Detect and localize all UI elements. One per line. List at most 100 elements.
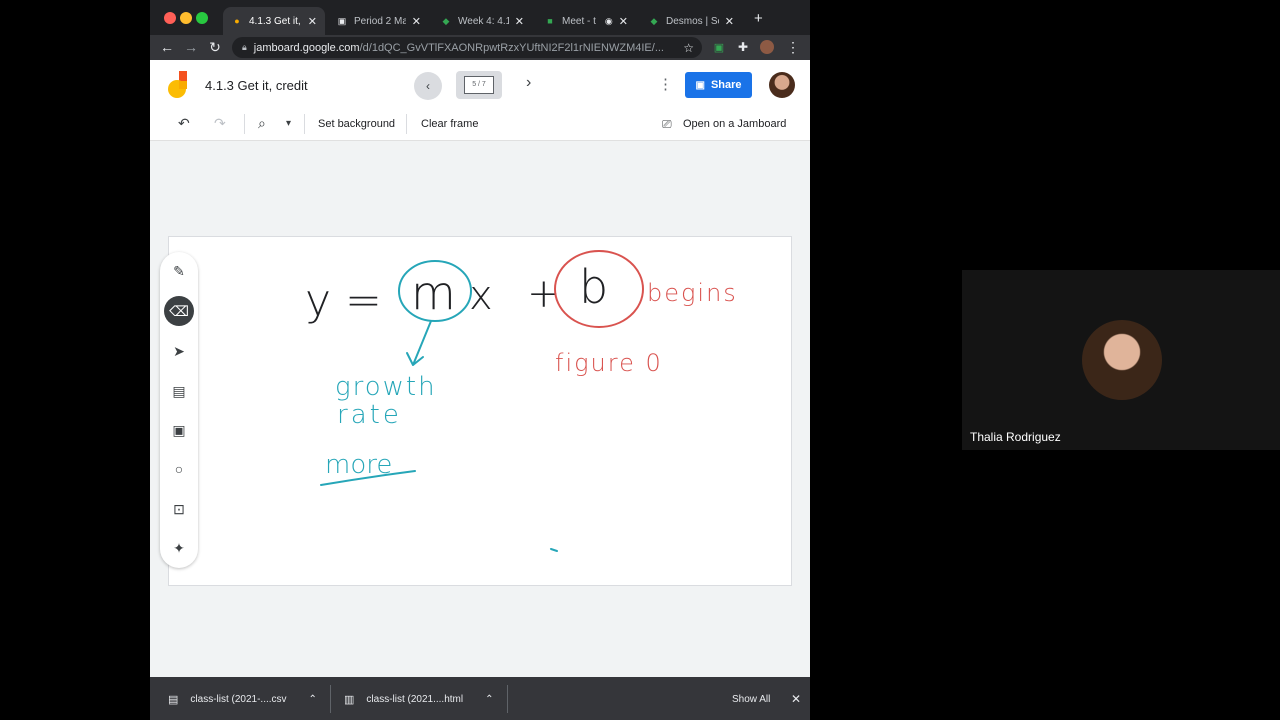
url-host: jamboard.google.com xyxy=(253,41,360,54)
tab-title: Desmos | Sc xyxy=(666,15,719,27)
reload-icon[interactable]: ↻ xyxy=(206,38,224,56)
address-bar[interactable]: 🔒︎ jamboard.google.com/d/1dQC_GvVTlFXAON… xyxy=(232,37,702,58)
close-tab-icon[interactable]: ✕ xyxy=(515,15,524,28)
text-box-icon[interactable]: ⊡ xyxy=(164,494,194,524)
m-note-line2: rate xyxy=(337,400,402,430)
show-all-button[interactable]: Show All xyxy=(732,689,770,709)
new-tab-icon[interactable]: + xyxy=(754,10,763,27)
laser-pointer-icon[interactable]: ✦ xyxy=(164,533,194,563)
pen-tool-icon[interactable]: ✎ xyxy=(164,256,194,286)
account-avatar[interactable] xyxy=(769,72,795,98)
participant-avatar xyxy=(1082,320,1162,400)
close-tab-icon[interactable]: ✕ xyxy=(308,15,317,28)
stray-mark xyxy=(550,548,558,552)
eraser-tool-icon[interactable]: ⌫ xyxy=(164,296,194,326)
tab-strip: ● 4.1.3 Get it, c ✕ ▣ Period 2 Mat ✕ ◆ W… xyxy=(150,0,810,35)
add-image-icon[interactable]: ▣ xyxy=(164,415,194,445)
frame-indicator: 5 / 7 xyxy=(464,76,494,94)
url-path: /d/1dQC_GvVTlFXAONRpwtRzxYUftNI2F2l1rNIE… xyxy=(359,41,664,54)
equation-b: b xyxy=(579,260,608,314)
b-note-2: figure 0 xyxy=(555,349,663,377)
sticky-note-icon[interactable]: ▤ xyxy=(164,376,194,406)
forward-arrow-icon[interactable]: → xyxy=(182,38,200,56)
recording-icon: ◉ xyxy=(604,15,613,26)
whiteboard-canvas[interactable]: y = m x + b growth rate begins figure 0 … xyxy=(168,236,792,586)
google-tab-icon: ◆ xyxy=(442,15,450,26)
tab-title: Week 4: 4.1. xyxy=(458,15,509,27)
open-on-jamboard-icon[interactable]: ⎚ xyxy=(662,117,672,132)
tab-title: Meet - t xyxy=(562,15,596,27)
tab-desmos[interactable]: ◆ Desmos | Sc ✕ xyxy=(640,7,742,35)
desmos-icon: ◆ xyxy=(650,15,658,26)
download-divider xyxy=(330,685,331,713)
jamboard-header: 4.1.3 Get it, credit ‹ 5 / 7 › ⋮ ▣ Share xyxy=(150,60,810,108)
jamboard-icon: ● xyxy=(234,16,240,26)
m-note-line1: growth xyxy=(335,372,437,402)
download-item[interactable]: ▥ class-list (2021....html ⌃ xyxy=(344,689,494,709)
handwriting-layer: y = m x + b growth rate begins figure 0 … xyxy=(305,250,738,552)
navigation-bar: ← → ↻ 🔒︎ jamboard.google.com/d/1dQC_GvVT… xyxy=(150,35,810,60)
jam-side-toolbar: ✎ ⌫ ➤ ▤ ▣ ○ ⊡ ✦ xyxy=(160,252,198,568)
close-tab-icon[interactable]: ✕ xyxy=(725,15,734,28)
more-options-icon[interactable]: ⋮ xyxy=(658,75,673,93)
close-tab-icon[interactable]: ✕ xyxy=(412,15,421,28)
zoom-dropdown-icon[interactable]: ▾ xyxy=(286,118,291,129)
open-on-jamboard-button[interactable]: Open on a Jamboard xyxy=(683,118,786,130)
profile-avatar-icon[interactable] xyxy=(758,38,776,56)
equation-m: m xyxy=(411,266,456,320)
downloads-bar: ▤ class-list (2021-....csv ⌃ ▥ class-lis… xyxy=(150,677,810,720)
download-name: class-list (2021-....csv xyxy=(190,693,287,705)
tab-jamboard[interactable]: ● 4.1.3 Get it, c ✕ xyxy=(223,7,325,35)
undo-icon[interactable]: ↶ xyxy=(178,115,190,132)
meet-icon: ■ xyxy=(547,16,553,26)
participant-name: Thalia Rodriguez xyxy=(970,430,1061,444)
b-note: begins xyxy=(647,279,738,307)
tab-classroom[interactable]: ▣ Period 2 Mat ✕ xyxy=(328,7,429,35)
set-background-button[interactable]: Set background xyxy=(318,118,395,130)
tab-title: Period 2 Mat xyxy=(354,15,406,27)
zoom-icon[interactable]: ⌕ xyxy=(258,115,266,132)
share-label: Share xyxy=(710,79,742,91)
extensions-puzzle-icon[interactable]: ✚ xyxy=(734,38,752,56)
jamboard-page: 4.1.3 Get it, credit ‹ 5 / 7 › ⋮ ▣ Share… xyxy=(150,60,810,677)
close-window-button[interactable] xyxy=(164,12,176,24)
browser-menu-icon[interactable]: ⋮ xyxy=(784,38,802,56)
toolbar-divider xyxy=(304,114,305,134)
previous-frame-button[interactable]: ‹ xyxy=(414,72,442,100)
download-item[interactable]: ▤ class-list (2021-....csv ⌃ xyxy=(168,689,317,709)
download-name: class-list (2021....html xyxy=(366,693,464,705)
download-divider xyxy=(507,685,508,713)
lock-icon: 🔒︎ xyxy=(242,42,247,52)
frame-bar-button[interactable]: 5 / 7 xyxy=(456,71,502,99)
maximize-window-button[interactable] xyxy=(196,12,208,24)
bookmark-star-icon[interactable]: ☆ xyxy=(683,41,694,55)
share-lock-icon: ▣ xyxy=(695,79,705,91)
meet-participant-tile: Thalia Rodriguez xyxy=(962,270,1280,450)
minimize-window-button[interactable] xyxy=(180,12,192,24)
next-frame-icon[interactable]: › xyxy=(526,74,531,92)
clear-frame-button[interactable]: Clear frame xyxy=(421,118,478,130)
jam-title[interactable]: 4.1.3 Get it, credit xyxy=(205,78,308,93)
equation-x: x xyxy=(469,273,493,319)
chevron-up-icon[interactable]: ⌃ xyxy=(309,694,317,705)
file-icon: ▥ xyxy=(344,693,355,706)
extension-icon[interactable]: ▣ xyxy=(710,38,728,56)
tab-week4[interactable]: ◆ Week 4: 4.1. ✕ xyxy=(432,7,532,35)
share-button[interactable]: ▣ Share xyxy=(685,72,752,98)
close-downloads-icon[interactable]: ✕ xyxy=(791,689,801,709)
back-arrow-icon[interactable]: ← xyxy=(158,38,176,56)
jamboard-logo-icon xyxy=(168,71,187,98)
toolbar-divider xyxy=(244,114,245,134)
equation-y: y = xyxy=(305,275,382,326)
redo-icon[interactable]: ↷ xyxy=(214,115,226,132)
chevron-up-icon[interactable]: ⌃ xyxy=(485,694,493,705)
select-tool-icon[interactable]: ➤ xyxy=(164,336,194,366)
file-icon: ▤ xyxy=(168,693,179,706)
classroom-icon: ▣ xyxy=(337,15,347,26)
tab-title: 4.1.3 Get it, c xyxy=(249,15,302,27)
jam-toolbar: ↶ ↷ ⌕ ▾ Set background Clear frame ⎚ Ope… xyxy=(150,108,810,141)
tab-meet[interactable]: ■ Meet - t ◉ ✕ xyxy=(536,7,636,35)
close-tab-icon[interactable]: ✕ xyxy=(619,15,628,28)
circle-shape-icon[interactable]: ○ xyxy=(164,454,194,484)
toolbar-divider xyxy=(406,114,407,134)
